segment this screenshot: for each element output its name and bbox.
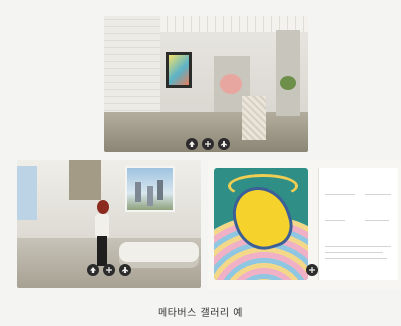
wall-panel [69, 160, 101, 200]
placeholder-text-line [325, 194, 355, 195]
placeholder-text-line [325, 246, 391, 247]
plant [280, 76, 296, 90]
crosshair-icon[interactable] [306, 264, 318, 276]
placeholder-text-line [325, 220, 345, 221]
window-city [125, 166, 175, 212]
view-controls [186, 138, 230, 150]
avatar-head [97, 200, 109, 214]
placeholder-text-line [325, 258, 387, 259]
artwork-detail-view[interactable] [208, 160, 401, 290]
framed-artwork[interactable] [166, 52, 192, 88]
gallery-view-avatar[interactable] [17, 160, 201, 288]
up-icon[interactable] [186, 138, 198, 150]
view-controls [87, 264, 131, 276]
crosshair-icon[interactable] [103, 264, 115, 276]
artwork-info-panel [318, 168, 398, 280]
artwork-image[interactable] [214, 168, 308, 280]
view-controls [306, 264, 318, 276]
up-icon[interactable] [87, 264, 99, 276]
placeholder-text-line [365, 194, 391, 195]
gallery-view-hall[interactable] [104, 16, 308, 152]
pillar [276, 30, 300, 116]
pedestal-sculpture[interactable] [242, 96, 266, 140]
person-icon[interactable] [119, 264, 131, 276]
avatar-body [95, 214, 109, 238]
crosshair-icon[interactable] [202, 138, 214, 150]
person-icon[interactable] [218, 138, 230, 150]
placeholder-text-line [325, 252, 383, 253]
placeholder-text-line [365, 220, 389, 221]
bench [119, 242, 199, 262]
figure-caption: 메타버스 갤러리 예 [158, 308, 243, 319]
avatar-legs [97, 236, 107, 266]
window-left [17, 166, 37, 220]
